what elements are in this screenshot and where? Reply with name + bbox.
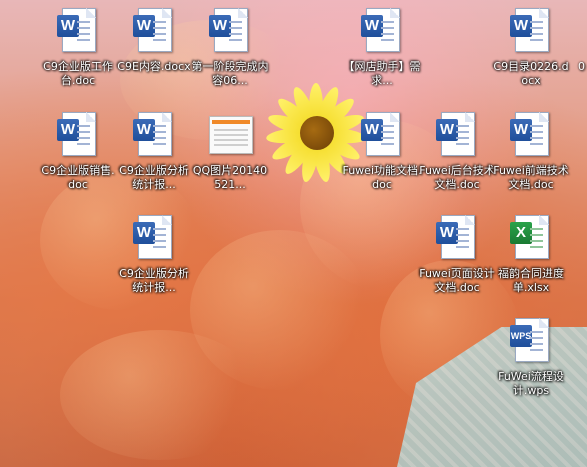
- word-doc-icon: W: [209, 8, 248, 52]
- word-doc-icon: W: [133, 215, 172, 259]
- desktop-icon[interactable]: W Fuwei页面设计文档.doc: [417, 215, 497, 295]
- desktop-icon-label: FuWei流程设计.wps: [498, 370, 564, 397]
- word-doc-icon: W: [361, 8, 400, 52]
- desktop-icon-label: C9E内容.docx: [117, 60, 191, 73]
- word-doc-icon: W: [436, 112, 475, 156]
- desktop-icon-label: Fuwei前端技术文档.doc: [493, 164, 569, 191]
- desktop-icon[interactable]: WPS FuWei流程设计.wps: [491, 318, 571, 398]
- desktop-icon[interactable]: W C9企业版销售.doc: [38, 112, 118, 192]
- partial-icon-label: 0: [578, 60, 585, 73]
- desktop-icon[interactable]: W Fuwei后台技术文档.doc: [417, 112, 497, 192]
- desktop-icon-label: Fuwei功能文档.doc: [342, 164, 422, 191]
- desktop-icon[interactable]: W 【网店助手】需求...: [342, 8, 422, 88]
- word-doc-icon: W: [57, 8, 96, 52]
- desktop-icon[interactable]: W C9企业版工作台.doc: [38, 8, 118, 88]
- word-doc-icon: W: [361, 112, 400, 156]
- desktop-icon-label: 福韵合同进度单.xlsx: [498, 267, 564, 294]
- desktop-icon-label: C9企业版销售.doc: [41, 164, 115, 191]
- desktop-icon-label: 第一阶段完成内容06...: [191, 60, 269, 87]
- wps-doc-icon: WPS: [510, 318, 549, 362]
- desktop-icon[interactable]: W Fuwei前端技术文档.doc: [491, 112, 571, 192]
- desktop-icon[interactable]: W Fuwei功能文档.doc: [342, 112, 422, 192]
- desktop-icon[interactable]: W C9企业版分析统计报...: [114, 112, 194, 192]
- desktop-icon-label: C9企业版分析统计报...: [119, 267, 189, 294]
- desktop-icon-label: Fuwei页面设计文档.doc: [419, 267, 495, 294]
- word-doc-icon: W: [510, 8, 549, 52]
- desktop-icon-label: Fuwei后台技术文档.doc: [419, 164, 495, 191]
- desktop-icon-label: C9企业版工作台.doc: [43, 60, 113, 87]
- word-doc-icon: W: [133, 112, 172, 156]
- desktop-icon-label: 【网店助手】需求...: [343, 60, 421, 87]
- desktop-icon[interactable]: W C9企业版分析统计报...: [114, 215, 194, 295]
- desktop-icon[interactable]: W C9E内容.docx: [114, 8, 194, 74]
- image-thumbnail-icon: [209, 116, 253, 154]
- desktop-icon-label: C9目录0226.docx: [493, 60, 569, 87]
- desktop-icon-label: QQ图片20140521...: [192, 164, 268, 191]
- word-doc-icon: W: [510, 112, 549, 156]
- desktop-icon[interactable]: X 福韵合同进度单.xlsx: [491, 215, 571, 295]
- word-doc-icon: W: [57, 112, 96, 156]
- desktop-icon-label: C9企业版分析统计报...: [119, 164, 189, 191]
- word-doc-icon: W: [133, 8, 172, 52]
- desktop-icon[interactable]: QQ图片20140521...: [190, 112, 270, 192]
- word-doc-icon: W: [436, 215, 475, 259]
- desktop-icon[interactable]: W C9目录0226.docx: [491, 8, 571, 88]
- excel-xlsx-icon: X: [510, 215, 549, 259]
- desktop-icon[interactable]: W 第一阶段完成内容06...: [190, 8, 270, 88]
